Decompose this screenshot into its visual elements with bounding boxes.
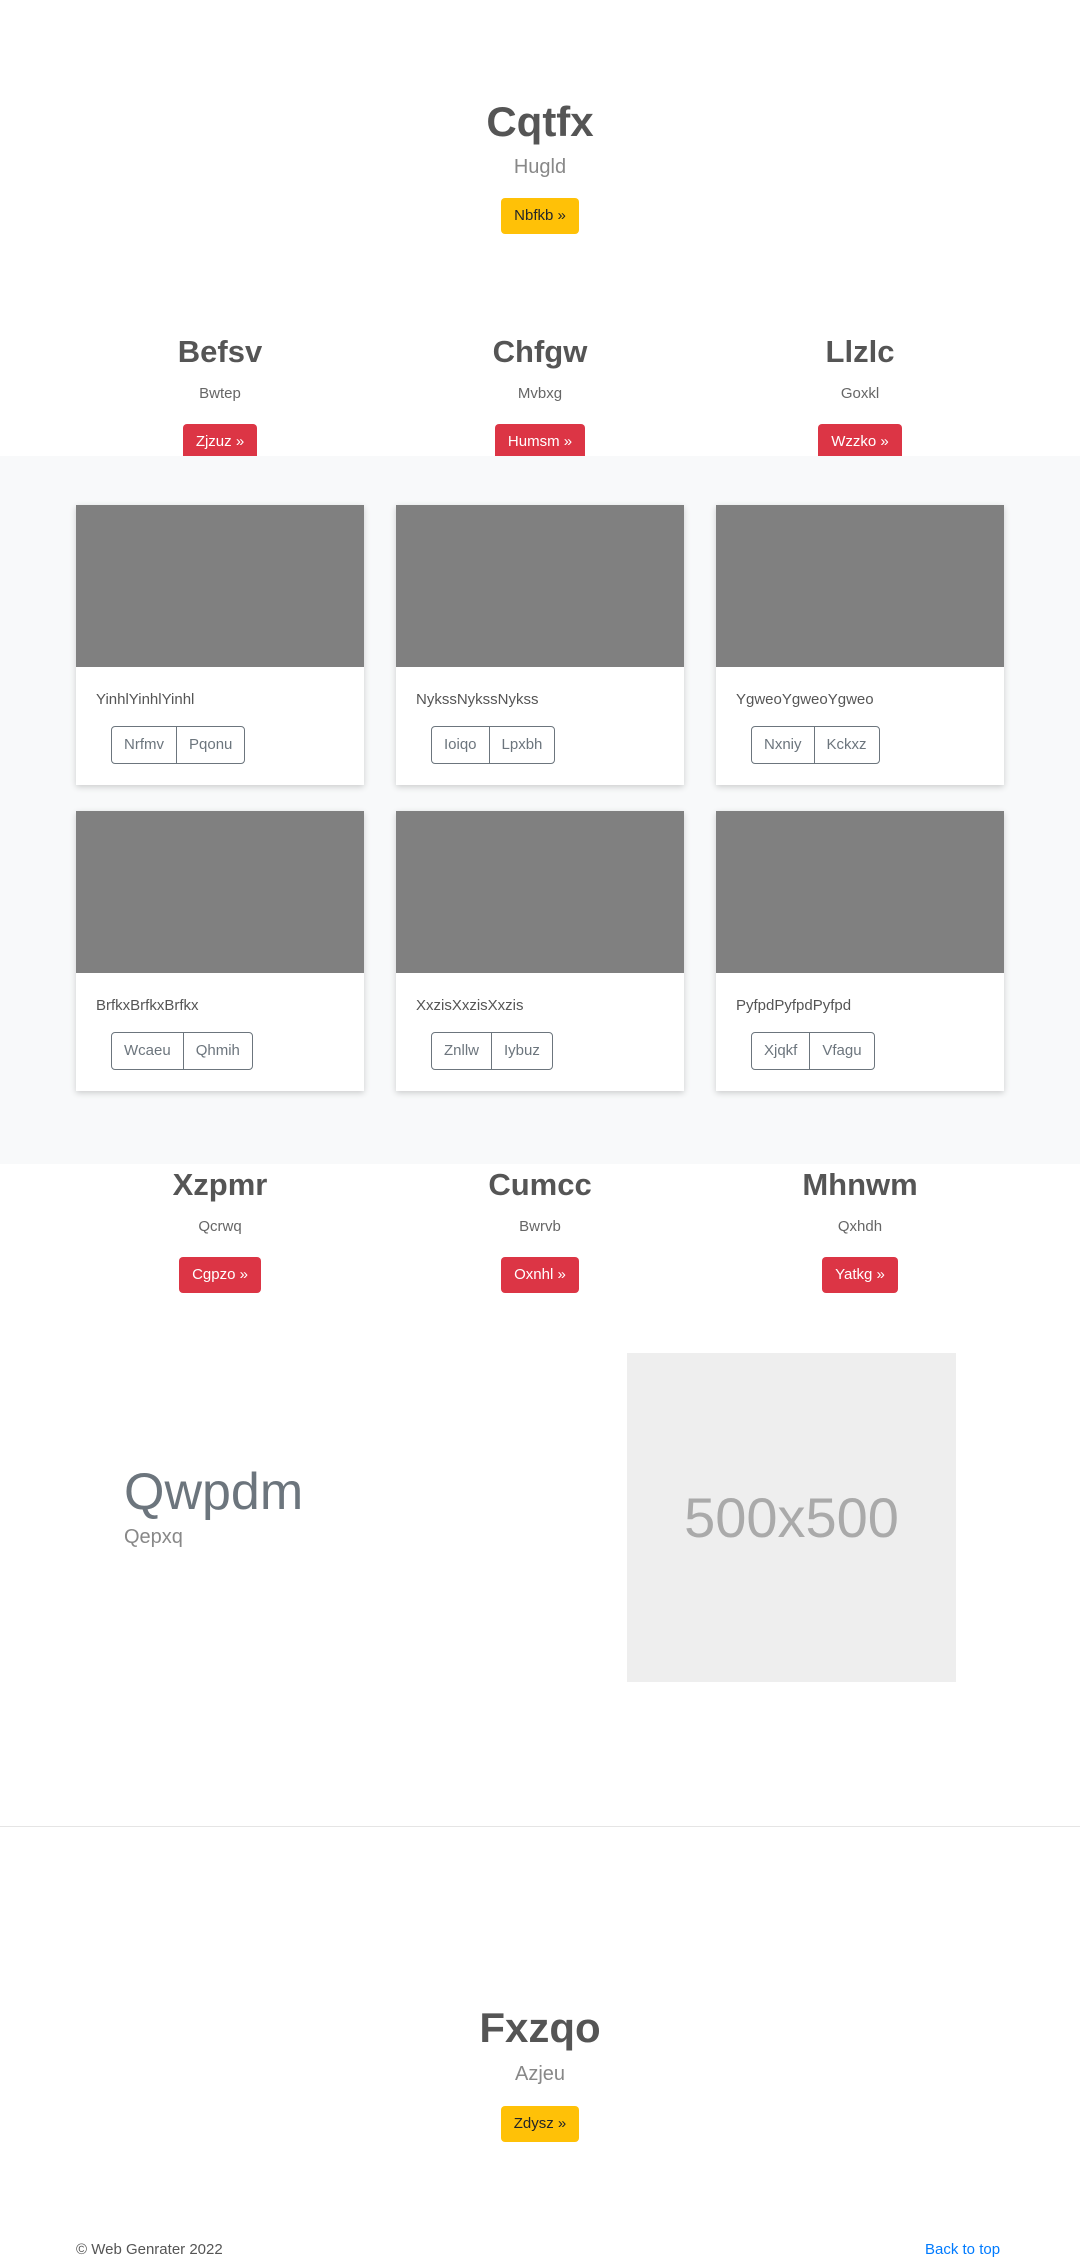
card-image-placeholder (716, 811, 1004, 973)
card-text: NykssNykssNykss (416, 691, 539, 708)
closing-title: Fxzqo (479, 2004, 601, 2051)
album-card: YgweoYgweoYgweo Nxniy Kckxz (716, 505, 1004, 785)
card-image-placeholder (396, 811, 684, 973)
feature-title: Xzpmr (172, 1167, 268, 1202)
card-button-secondary[interactable]: Lpxbh (488, 727, 555, 763)
album-card: YinhlYinhlYinhl Nrfmv Pqonu (76, 505, 364, 785)
footer-copyright: © Web Genrater 2022 (76, 2241, 223, 2258)
featurette-heading: Qwpdm (124, 1463, 304, 1521)
feature-button[interactable]: Zjzuz » (182, 424, 258, 460)
image-placeholder-label: 500x500 (684, 1486, 899, 1549)
feature-title: Mhnwm (802, 1167, 918, 1202)
feature-button[interactable]: Cgpzo » (179, 1257, 261, 1293)
feature-subtitle: Bwrvb (519, 1218, 561, 1235)
feature-button[interactable]: Wzzko » (818, 424, 902, 460)
card-button-secondary[interactable]: Pqonu (176, 727, 244, 763)
hero-button[interactable]: Nbfkb » (501, 198, 579, 234)
card-button-secondary[interactable]: Kckxz (813, 727, 879, 763)
album-card: BrfkxBrfkxBrfkx Wcaeu Qhmih (76, 811, 364, 1091)
hero-subtitle: Hugld (513, 156, 567, 178)
feature-column: Llzlc Goxkl Wzzko » (680, 332, 1040, 460)
card-text: YinhlYinhlYinhl (96, 691, 195, 708)
card-image-placeholder (76, 505, 364, 667)
card-text: XxzisXxzisXxzis (416, 997, 524, 1014)
feature-subtitle: Qcrwq (198, 1218, 242, 1235)
card-button-primary[interactable]: Xjqkf (752, 1033, 809, 1069)
feature-subtitle: Qxhdh (837, 1218, 883, 1235)
album-card: NykssNykssNykss Ioiqo Lpxbh (396, 505, 684, 785)
card-image-placeholder (396, 505, 684, 667)
card-button-primary[interactable]: Ioiqo (432, 727, 489, 763)
card-button-primary[interactable]: Znllw (432, 1033, 491, 1069)
card-text: BrfkxBrfkxBrfkx (96, 997, 199, 1014)
card-button-secondary[interactable]: Qhmih (182, 1033, 252, 1069)
feature-column: Mhnwm Qxhdh Yatkg » (680, 1165, 1040, 1293)
album-section: YinhlYinhlYinhl Nrfmv Pqonu NykssNykssNy… (0, 456, 1080, 1164)
feature-button[interactable]: Humsm » (494, 424, 586, 460)
featurette-subheading: Qepxq (124, 1526, 183, 1548)
card-button-group: Nxniy Kckxz (751, 726, 880, 764)
feature-button[interactable]: Yatkg » (822, 1257, 898, 1293)
featurette-image-placeholder: 500x500 (627, 1353, 956, 1682)
album-card: PyfpdPyfpdPyfpd Xjqkf Vfagu (716, 811, 1004, 1091)
card-button-group: Nrfmv Pqonu (111, 726, 246, 764)
feature-column: Cumcc Bwrvb Oxnhl » (360, 1165, 720, 1293)
closing-button[interactable]: Zdysz » (500, 2106, 580, 2142)
feature-column: Befsv Bwtep Zjzuz » (40, 332, 400, 460)
card-button-group: Znllw Iybuz (431, 1032, 553, 1070)
album-card: XxzisXxzisXxzis Znllw Iybuz (396, 811, 684, 1091)
card-button-group: Xjqkf Vfagu (751, 1032, 875, 1070)
card-button-group: Ioiqo Lpxbh (431, 726, 556, 764)
feature-subtitle: Mvbxg (517, 385, 563, 402)
section-divider (0, 1826, 1080, 1827)
hero-title: Cqtfx (486, 98, 594, 145)
feature-title: Llzlc (825, 334, 895, 369)
card-button-group: Wcaeu Qhmih (111, 1032, 253, 1070)
card-button-primary[interactable]: Nrfmv (112, 727, 176, 763)
feature-button[interactable]: Oxnhl » (501, 1257, 579, 1293)
closing-subtitle: Azjeu (514, 2063, 566, 2085)
card-button-secondary[interactable]: Iybuz (491, 1033, 552, 1069)
card-image-placeholder (716, 505, 1004, 667)
card-text: YgweoYgweoYgweo (736, 691, 874, 708)
card-button-primary[interactable]: Nxniy (752, 727, 814, 763)
feature-subtitle: Goxkl (840, 385, 880, 402)
card-image-placeholder (76, 811, 364, 973)
feature-title: Chfgw (492, 334, 588, 369)
back-to-top-link[interactable]: Back to top (925, 2241, 1000, 2258)
card-button-primary[interactable]: Wcaeu (112, 1033, 183, 1069)
feature-title: Befsv (177, 334, 263, 369)
feature-subtitle: Bwtep (199, 385, 241, 402)
feature-title: Cumcc (488, 1167, 592, 1202)
card-text: PyfpdPyfpdPyfpd (736, 997, 852, 1014)
card-button-secondary[interactable]: Vfagu (809, 1033, 873, 1069)
feature-column: Chfgw Mvbxg Humsm » (360, 332, 720, 460)
feature-column: Xzpmr Qcrwq Cgpzo » (40, 1165, 400, 1293)
